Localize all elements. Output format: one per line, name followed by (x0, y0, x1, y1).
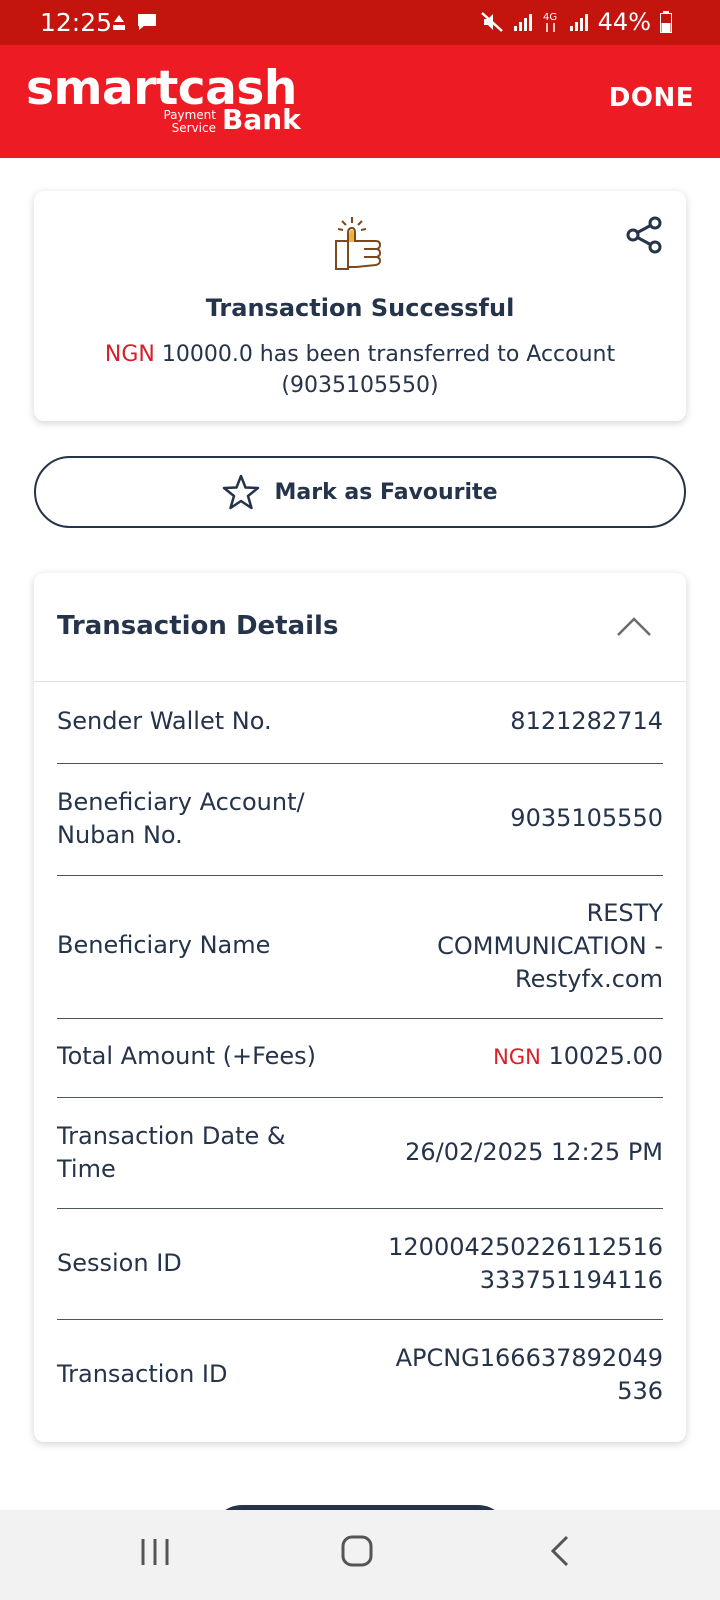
details-title: Transaction Details (57, 611, 339, 641)
system-nav-bar (0, 1510, 720, 1600)
detail-value: 9035105550 (510, 804, 663, 832)
success-title: Transaction Successful (205, 294, 515, 322)
star-icon (223, 474, 260, 510)
details-header[interactable]: Transaction Details (34, 573, 686, 682)
home-icon[interactable] (340, 1534, 374, 1568)
detail-label: Session ID (57, 1249, 182, 1277)
currency-label: NGN (493, 1045, 541, 1069)
detail-row-sender-wallet: Sender Wallet No. 8121282714 (57, 682, 663, 764)
detail-label: Transaction Date & Time (57, 1122, 286, 1183)
total-amount-value: 10025.00 (548, 1042, 663, 1070)
svg-text:4G: 4G (543, 12, 557, 23)
chevron-up-icon[interactable] (616, 615, 652, 637)
transaction-id-line2: 536 (617, 1377, 663, 1405)
logo-sub-line2: Service (171, 121, 216, 135)
thumbs-up-icon (335, 217, 382, 270)
signal-icon (513, 14, 532, 31)
success-message: NGN 10000.0 has been transferred to Acco… (74, 339, 646, 401)
session-id-line1: 120004250226112516 (388, 1233, 663, 1261)
mark-favourite-button[interactable]: Mark as Favourite (34, 456, 686, 528)
share-icon[interactable] (624, 215, 664, 255)
detail-label: Sender Wallet No. (57, 707, 272, 735)
detail-label: Beneficiary Account/ Nuban No. (57, 788, 305, 849)
currency-label: NGN (104, 342, 155, 367)
success-card: Transaction Successful NGN 10000.0 has b… (34, 191, 686, 421)
smartcash-logo: smartcash Payment Service Bank (26, 61, 301, 137)
detail-label: Transaction ID (57, 1360, 228, 1388)
status-bar: 12:25 4G 44% (0, 0, 720, 45)
session-id-line2: 333751194116 (479, 1266, 663, 1294)
back-icon[interactable] (548, 1534, 572, 1568)
network-4g-icon: 4G (543, 12, 557, 32)
signal-2-icon (569, 14, 588, 31)
detail-row-beneficiary-account: Beneficiary Account/ Nuban No. 903510555… (57, 764, 663, 876)
detail-label: Beneficiary Name (57, 931, 271, 959)
transaction-id-line1: APCNG166637892049 (395, 1344, 663, 1372)
detail-row-beneficiary-name: Beneficiary Name RESTY COMMUNICATION - R… (57, 876, 663, 1019)
transaction-details-card: Transaction Details Sender Wallet No. 81… (34, 573, 686, 1442)
detail-value: 120004250226112516 333751194116 (388, 1231, 663, 1297)
battery-percent: 44% (597, 8, 651, 36)
detail-row-transaction-date: Transaction Date & Time 26/02/2025 12:25… (57, 1098, 663, 1209)
success-account: (9035105550) (281, 373, 439, 398)
detail-value: RESTY COMMUNICATION - Restyfx.com (437, 899, 663, 993)
status-time: 12:25 (40, 8, 113, 37)
mark-favourite-label: Mark as Favourite (274, 479, 498, 505)
detail-label: Total Amount (+Fees) (57, 1042, 316, 1070)
detail-value: NGN 10025.00 (493, 1040, 663, 1074)
app-bar: smartcash Payment Service Bank DONE (0, 45, 720, 158)
detail-value: 26/02/2025 12:25 PM (405, 1138, 663, 1166)
logo-sub-text: Payment Service (136, 109, 216, 135)
notification-upload-icon (113, 15, 125, 30)
recent-apps-icon[interactable] (138, 1536, 172, 1568)
success-amount-text: 10000.0 has been transferred to Account (154, 342, 616, 367)
mute-icon (480, 12, 503, 32)
detail-value: APCNG166637892049 536 (396, 1342, 663, 1408)
detail-row-total-amount: Total Amount (+Fees) NGN 10025.00 (57, 1019, 663, 1098)
message-icon (138, 14, 156, 30)
battery-icon (660, 11, 672, 33)
logo-bank-text: Bank (222, 103, 301, 136)
detail-row-transaction-id: Transaction ID APCNG166637892049 536 (57, 1320, 663, 1442)
detail-value: 8121282714 (510, 707, 663, 735)
detail-row-session-id: Session ID 120004250226112516 3337511941… (57, 1209, 663, 1320)
done-button[interactable]: DONE (609, 83, 694, 113)
